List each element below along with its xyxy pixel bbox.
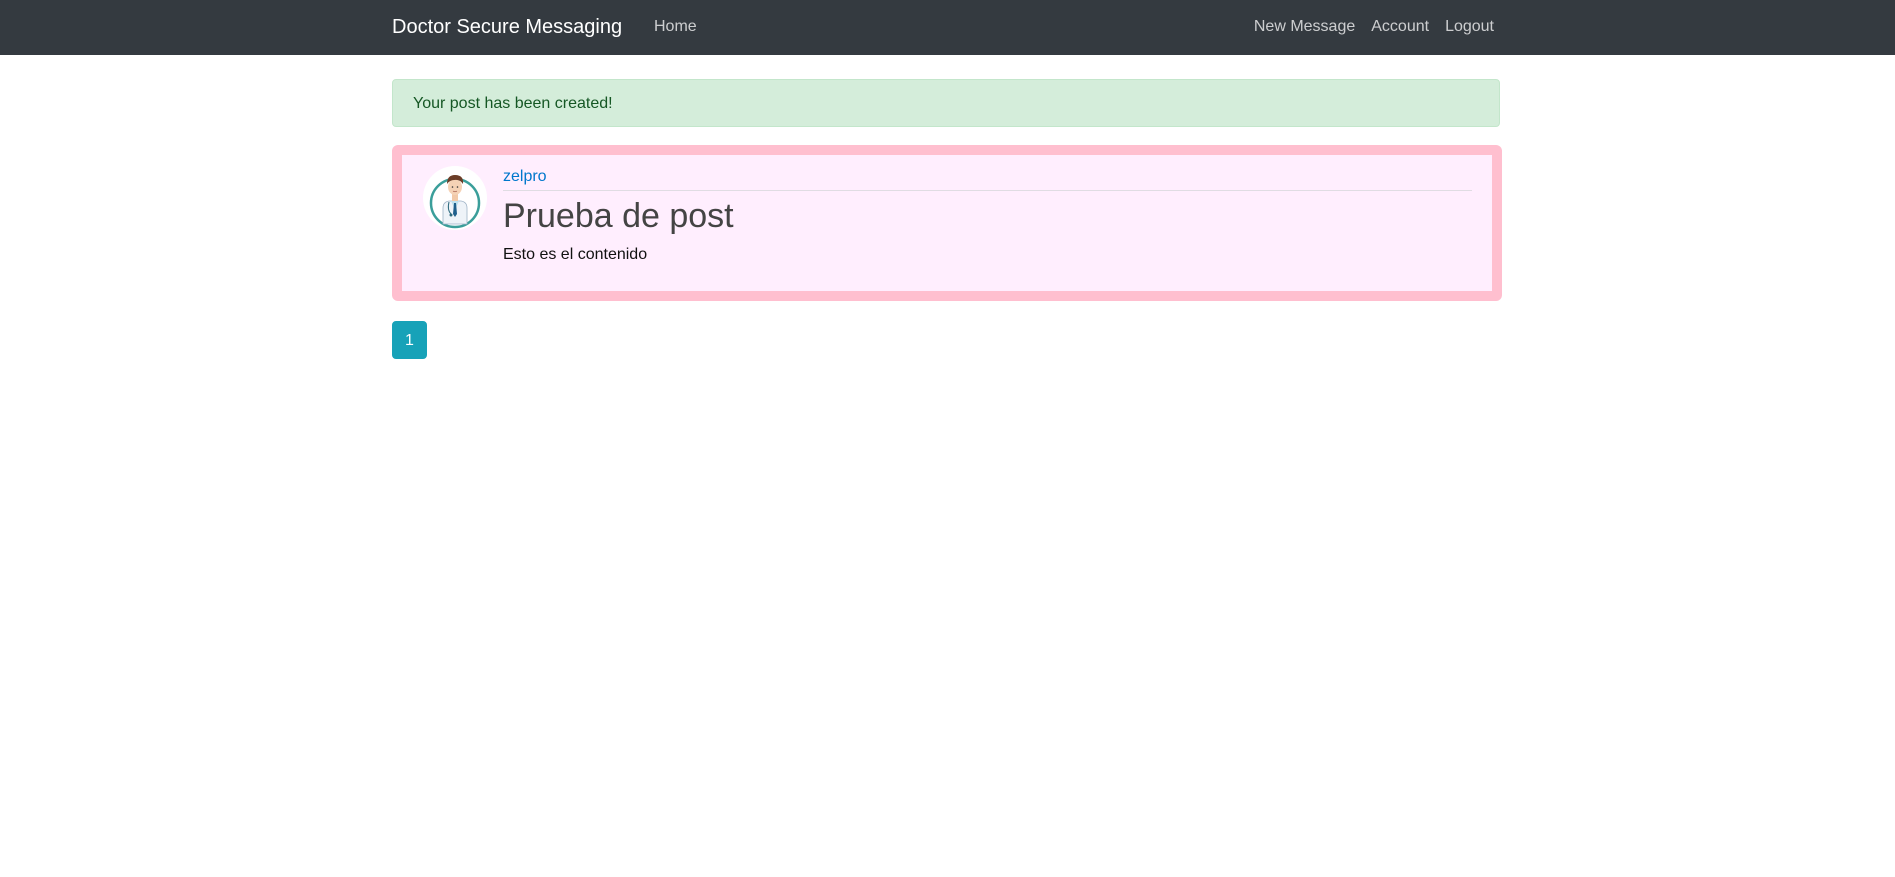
navbar-inner: Doctor Secure Messaging Home New Message… xyxy=(392,0,1502,55)
doctor-avatar-icon xyxy=(423,166,487,230)
post-title[interactable]: Prueba de post xyxy=(503,195,1472,237)
post-author-link[interactable]: zelpro xyxy=(503,167,1472,191)
post-body: zelpro Prueba de post Esto es el conteni… xyxy=(503,155,1472,281)
navbar-container: Doctor Secure Messaging Home New Message… xyxy=(392,0,1502,55)
nav-home-link[interactable]: Home xyxy=(654,17,697,37)
nav-right-group: New Message Account Logout xyxy=(1246,17,1502,37)
post-content: Esto es el contenido xyxy=(503,246,648,263)
pagination: 1 xyxy=(392,321,427,359)
post-card: zelpro Prueba de post Esto es el conteni… xyxy=(392,145,1502,301)
page-button-1[interactable]: 1 xyxy=(392,321,427,359)
doctor-avatar-svg xyxy=(424,167,486,229)
success-alert: Your post has been created! xyxy=(392,79,1500,127)
nav-new-message-link[interactable]: New Message xyxy=(1246,17,1363,37)
nav-logout-link[interactable]: Logout xyxy=(1437,17,1502,37)
brand-link[interactable]: Doctor Secure Messaging xyxy=(392,14,622,40)
top-navbar: Doctor Secure Messaging Home New Message… xyxy=(0,0,1895,55)
nav-account-link[interactable]: Account xyxy=(1363,17,1437,37)
post-inner: zelpro Prueba de post Esto es el conteni… xyxy=(402,155,1492,291)
